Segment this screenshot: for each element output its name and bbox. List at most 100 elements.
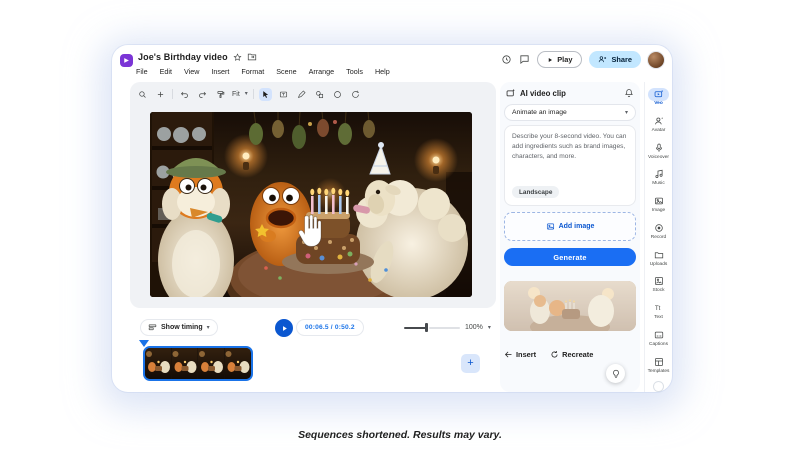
svg-text:Tt: Tt — [654, 305, 660, 312]
search-menus-button[interactable] — [136, 88, 149, 101]
menu-insert[interactable]: Insert — [209, 66, 231, 77]
insert-label: Insert — [516, 350, 536, 359]
redo-icon — [198, 90, 207, 99]
document-title[interactable]: Joe's Birthday video — [138, 52, 228, 62]
redo-button[interactable] — [196, 88, 209, 101]
rotate-tool-button[interactable] — [349, 88, 362, 101]
mode-select[interactable]: Animate an image ▾ — [504, 104, 636, 121]
share-button[interactable]: Share — [589, 51, 641, 68]
plus-icon: + — [467, 358, 473, 369]
circle-tool-button[interactable] — [331, 88, 344, 101]
rotate-icon — [351, 90, 360, 99]
timeline-play-button[interactable] — [275, 319, 293, 337]
icon-wrap — [648, 248, 669, 261]
ai-panel-header: AI video clip — [506, 86, 634, 100]
sidebar-item-veo[interactable]: Veo — [645, 84, 673, 111]
shape-tool-button[interactable] — [313, 88, 326, 101]
menu-view[interactable]: View — [182, 66, 201, 77]
image-icon — [546, 222, 555, 231]
search-icon — [138, 90, 147, 99]
sidebar-item-image[interactable]: Image — [645, 191, 673, 218]
filmstrip-art — [145, 348, 251, 379]
show-timing-caret-icon: ▾ — [207, 325, 210, 331]
sidebar-item-music[interactable]: Music — [645, 164, 673, 191]
undo-icon — [180, 90, 189, 99]
generate-button-label: Generate — [553, 253, 586, 262]
prompt-input[interactable]: Describe your 8-second video. You can ad… — [504, 125, 636, 206]
sidebar-item-label: Music — [652, 182, 665, 187]
templates-icon — [654, 357, 664, 367]
sidebar-item-label: Stock — [653, 289, 665, 294]
icon-wrap — [648, 328, 669, 341]
share-button-label: Share — [611, 55, 632, 64]
menu-scene[interactable]: Scene — [274, 66, 298, 77]
account-avatar[interactable] — [648, 52, 664, 68]
music-icon — [654, 169, 664, 179]
menu-format[interactable]: Format — [239, 66, 266, 77]
play-button-label: Play — [557, 55, 572, 64]
sidebar-item-label: Record — [651, 236, 666, 241]
select-tool-button[interactable] — [259, 88, 272, 101]
star-icon[interactable] — [233, 53, 242, 62]
add-button[interactable] — [154, 88, 167, 101]
generated-clip-thumbnail[interactable] — [504, 281, 636, 331]
sidebar-item-uploads[interactable]: Uploads — [645, 244, 673, 271]
sidebar-item-voiceover[interactable]: Voiceover — [645, 137, 673, 164]
sidebar-item-text[interactable]: Tt Text — [645, 298, 673, 325]
add-image-button[interactable]: Add image — [504, 212, 636, 241]
video-preview[interactable] — [150, 112, 472, 297]
show-timing-dropdown[interactable]: Show timing ▾ — [140, 319, 218, 336]
tips-button[interactable] — [606, 364, 625, 383]
show-timing-label: Show timing — [161, 324, 203, 331]
generate-button[interactable]: Generate — [504, 248, 636, 266]
zoom-slider[interactable] — [404, 323, 460, 332]
menu-help[interactable]: Help — [373, 66, 392, 77]
menu-edit[interactable]: Edit — [158, 66, 174, 77]
menu-file[interactable]: File — [134, 66, 150, 77]
zoom-caret-icon: ▾ — [488, 325, 491, 331]
sidebar-item-label: Veo — [654, 102, 663, 107]
aspect-ratio-chip[interactable]: Landscape — [512, 186, 559, 198]
add-scene-button[interactable]: + — [461, 354, 480, 373]
pen-icon — [297, 90, 306, 99]
lightbulb-icon — [611, 369, 621, 379]
sidebar-item-label: Text — [654, 316, 663, 321]
zoom-slider-handle[interactable] — [425, 323, 428, 332]
sidebar-item-avatar[interactable]: Avatar — [645, 111, 673, 138]
mode-select-value: Animate an image — [512, 109, 625, 116]
sidebar-item-stock[interactable]: Stock — [645, 271, 673, 298]
recreate-button[interactable]: Recreate — [550, 350, 593, 359]
cursor-icon — [261, 90, 270, 99]
toolbar-divider — [172, 89, 173, 99]
zoom-fit-control[interactable]: Fit — [232, 91, 240, 98]
undo-button[interactable] — [178, 88, 191, 101]
play-icon — [547, 57, 553, 63]
stock-icon — [654, 276, 664, 286]
media-sidebar: Veo Avatar Voiceover Music Image Record … — [644, 82, 672, 392]
menu-tools[interactable]: Tools — [344, 66, 365, 77]
sidebar-item-label: Captions — [649, 343, 668, 348]
comment-icon[interactable] — [519, 54, 530, 65]
vids-logo-icon: ▶ — [120, 54, 133, 67]
title-row: Joe's Birthday video — [138, 52, 257, 62]
text-box-button[interactable] — [277, 88, 290, 101]
app-window: ▶ Joe's Birthday video File Edit View In… — [112, 45, 672, 392]
avatar-icon — [654, 116, 664, 126]
voiceover-icon — [654, 143, 664, 153]
pen-tool-button[interactable] — [295, 88, 308, 101]
timeline-clip-thumbnail[interactable] — [143, 346, 253, 381]
play-button[interactable]: Play — [537, 51, 582, 68]
paint-format-button[interactable] — [214, 88, 227, 101]
bell-icon[interactable] — [624, 88, 634, 98]
play-icon — [281, 325, 288, 332]
sidebar-item-record[interactable]: Record — [645, 218, 673, 245]
disclaimer-caption: Sequences shortened. Results may vary. — [0, 429, 800, 441]
menu-arrange[interactable]: Arrange — [307, 66, 337, 77]
zoom-level-label[interactable]: 100% — [465, 324, 483, 331]
sidebar-item-captions[interactable]: Captions — [645, 325, 673, 352]
ai-clip-panel: AI video clip Animate an image ▾ Describ… — [500, 82, 640, 392]
move-folder-icon[interactable] — [247, 52, 257, 62]
insert-button[interactable]: Insert — [504, 350, 536, 359]
sidebar-item-templates[interactable]: Templates — [645, 351, 673, 378]
history-icon[interactable] — [501, 54, 512, 65]
